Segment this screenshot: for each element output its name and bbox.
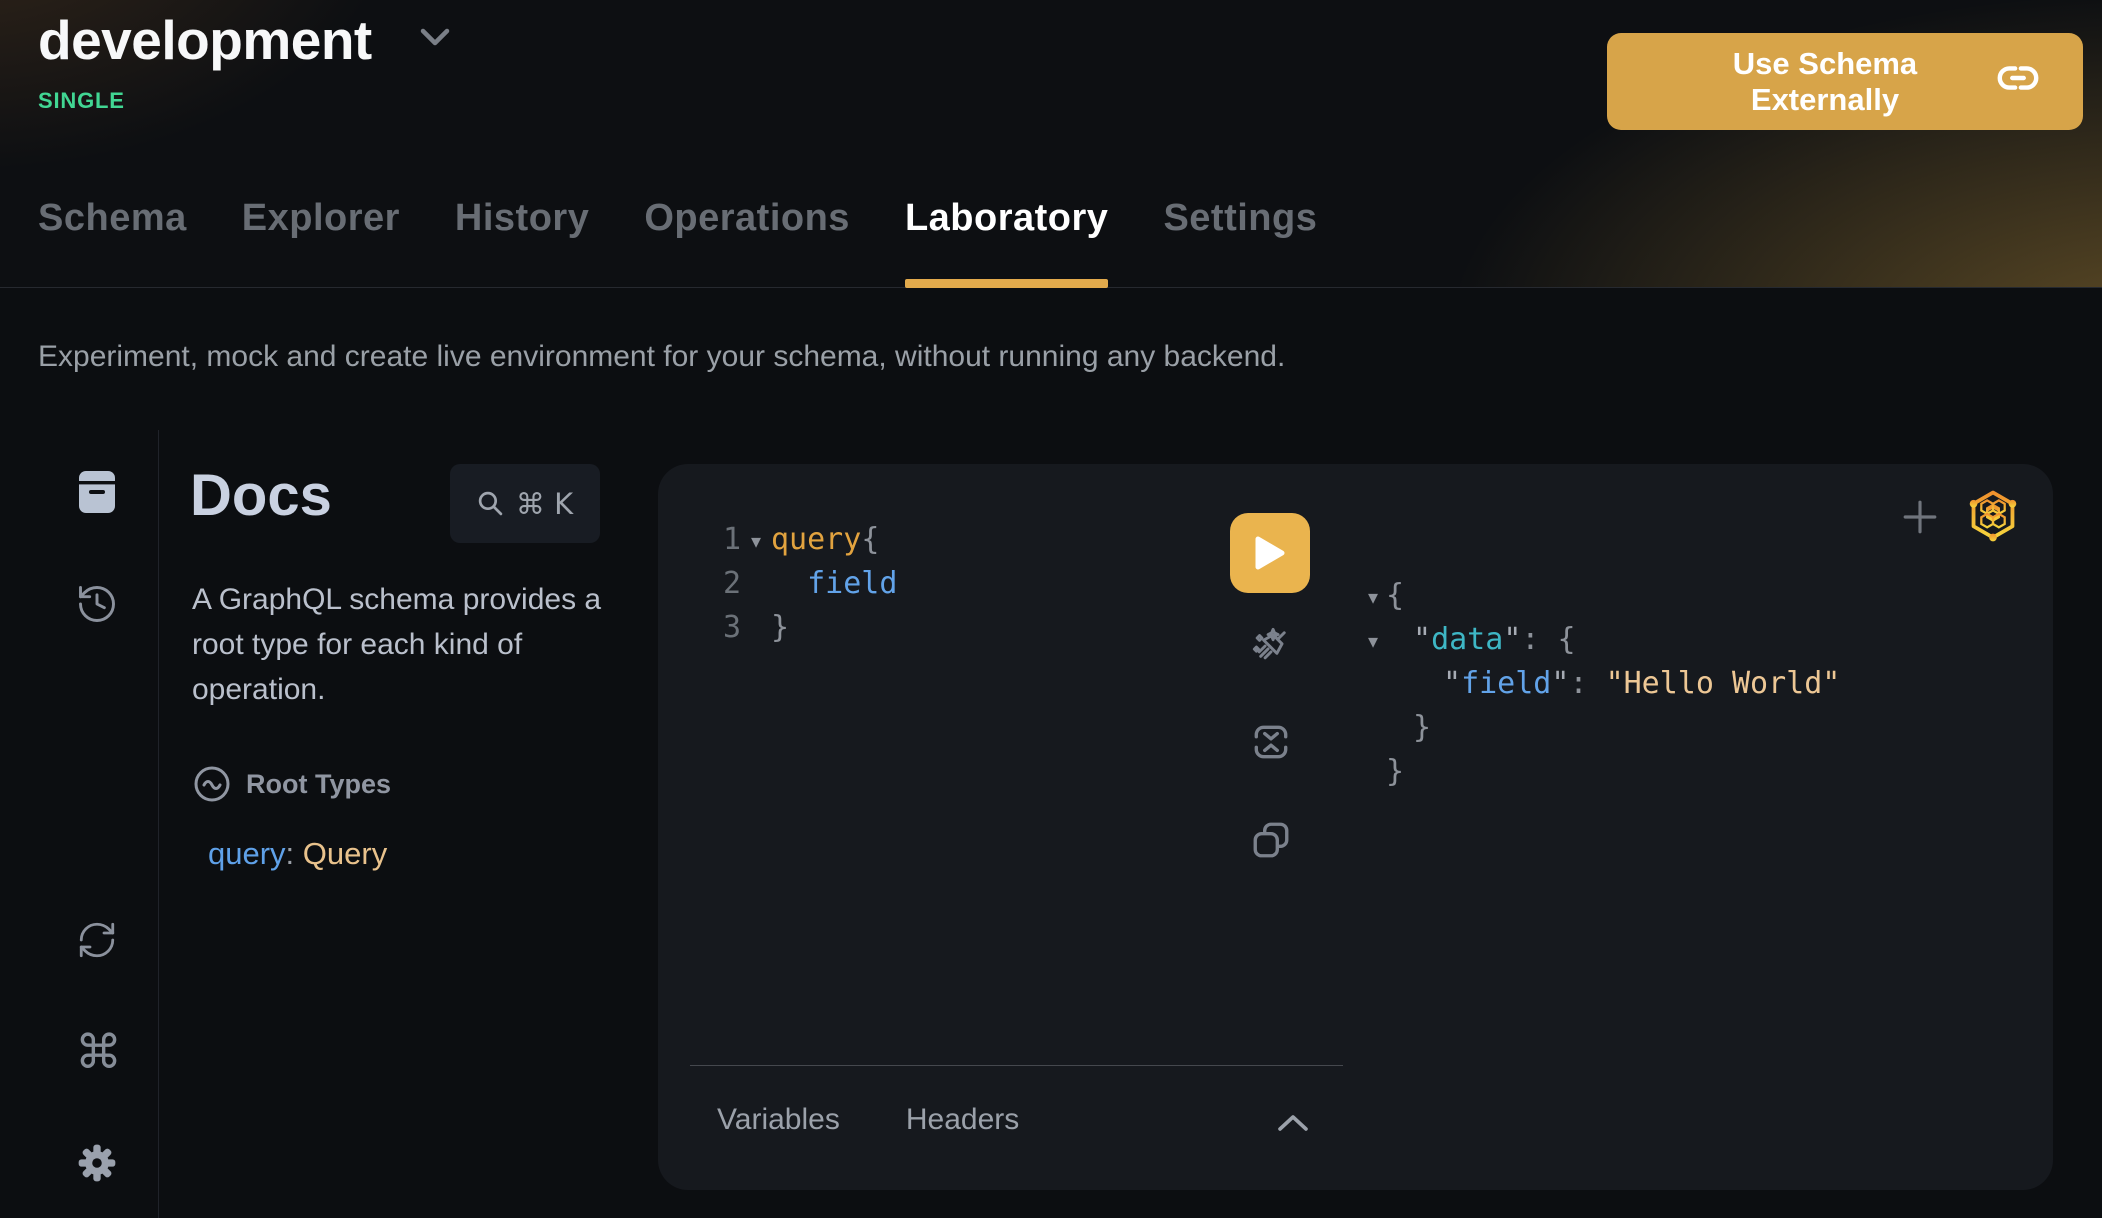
collapse-footer-chevron-up-icon[interactable]	[1276, 1112, 1310, 1137]
root-types-label: Root Types	[246, 769, 391, 800]
tab-explorer[interactable]: Explorer	[242, 197, 400, 288]
token: }	[771, 610, 789, 645]
tab-label: Settings	[1163, 197, 1317, 239]
link-icon	[1995, 55, 2041, 109]
history-icon[interactable]	[75, 582, 119, 629]
response-code: ▾{▾"data": {"field": "Hello World"}}	[1360, 574, 1840, 794]
tab-label: History	[455, 197, 589, 239]
token: :	[1569, 666, 1605, 701]
reload-icon[interactable]	[76, 919, 118, 964]
token: {	[861, 522, 879, 557]
code-line: }	[1360, 750, 1840, 794]
tab-operations[interactable]: Operations	[644, 197, 850, 288]
token: field	[771, 566, 897, 601]
add-tab-icon[interactable]	[1901, 498, 1939, 539]
code-line: "field": "Hello World"	[1360, 662, 1840, 706]
copy-query-icon[interactable]	[1250, 819, 1292, 864]
tab-label: Operations	[644, 197, 850, 239]
target-mode-badge: SINGLE	[38, 88, 125, 114]
root-type-name: Query	[303, 836, 387, 871]
root-type-query-link[interactable]: query: Query	[208, 836, 387, 872]
token: query	[771, 522, 861, 557]
line-number: 2	[723, 562, 741, 606]
token: }	[1413, 710, 1431, 745]
code-line: ▾ "data": {	[1360, 618, 1840, 662]
code-line: 2 field	[723, 562, 897, 606]
search-shortcut-label: ⌘ K	[516, 487, 573, 521]
search-icon	[477, 490, 504, 517]
tab-label: Schema	[38, 197, 187, 239]
token: "	[1443, 666, 1461, 701]
token: field	[1461, 666, 1551, 701]
page-title: development	[38, 8, 372, 72]
token: "Hello World"	[1606, 666, 1841, 701]
use-schema-externally-button[interactable]: Use Schema Externally	[1607, 33, 2083, 130]
line-number: 3	[723, 606, 741, 650]
editor-footer-divider	[690, 1065, 1343, 1066]
tab-laboratory[interactable]: Laboratory	[905, 197, 1108, 288]
token: data	[1431, 622, 1503, 657]
token: {	[1558, 622, 1576, 657]
line-number: 1	[723, 518, 741, 562]
nav-tabs: Schema Explorer History Operations Laborator…	[38, 197, 1317, 288]
fold-arrow-icon[interactable]: ▾	[1360, 575, 1386, 619]
token: {	[1386, 578, 1404, 613]
fold-arrow-icon[interactable]: ▾	[741, 519, 771, 563]
code-line: 1▾query{	[723, 518, 897, 562]
code-line: }	[1360, 706, 1840, 750]
page-header: development SINGLE Use Schema Externally…	[0, 0, 2102, 288]
docs-search-button[interactable]: ⌘ K	[450, 464, 600, 543]
tab-variables[interactable]: Variables	[717, 1103, 840, 1137]
active-tab-underline	[905, 279, 1108, 288]
root-types-section-header: Root Types	[192, 764, 391, 804]
query-editor-code[interactable]: 1▾query{2 field3}	[723, 518, 897, 650]
root-field-name: query	[208, 836, 286, 871]
tab-label: Laboratory	[905, 197, 1108, 239]
chevron-down-icon	[420, 28, 450, 53]
token: "	[1503, 622, 1521, 657]
root-types-icon	[192, 764, 232, 804]
code-line: 3}	[723, 606, 897, 650]
token: }	[1386, 754, 1404, 789]
root-separator: :	[286, 836, 303, 871]
tab-headers[interactable]: Headers	[906, 1103, 1019, 1137]
docs-heading: Docs	[190, 462, 332, 529]
graphiql-panel: 1▾query{2 field3}	[658, 464, 2053, 1190]
tab-history[interactable]: History	[455, 197, 589, 288]
token: "	[1551, 666, 1569, 701]
token: "	[1413, 622, 1431, 657]
prettify-query-icon[interactable]	[1246, 621, 1296, 674]
editor-footer-tabs: Variables Headers	[717, 1103, 1019, 1137]
tab-schema[interactable]: Schema	[38, 197, 187, 288]
sidebar-divider	[158, 430, 159, 1218]
settings-gear-icon[interactable]	[75, 1141, 119, 1188]
merge-fragments-icon[interactable]	[1250, 721, 1292, 766]
tab-settings[interactable]: Settings	[1163, 197, 1317, 288]
docs-icon[interactable]	[75, 468, 119, 519]
target-selector[interactable]: development	[38, 8, 450, 72]
execute-query-button[interactable]	[1230, 513, 1310, 593]
use-schema-externally-label: Use Schema Externally	[1655, 46, 1995, 118]
fold-arrow-icon[interactable]: ▾	[1360, 619, 1386, 663]
tab-label: Explorer	[242, 197, 400, 239]
graphql-hive-logo[interactable]	[1966, 488, 2020, 547]
code-line: ▾{	[1360, 574, 1840, 618]
token: :	[1521, 622, 1557, 657]
docs-intro-text: A GraphQL schema provides a root type fo…	[192, 577, 637, 712]
command-shortcuts-icon[interactable]: ⌘	[75, 1025, 119, 1080]
laboratory-description: Experiment, mock and create live environ…	[38, 340, 1285, 374]
laboratory-page: development SINGLE Use Schema Externally…	[0, 0, 2102, 1218]
